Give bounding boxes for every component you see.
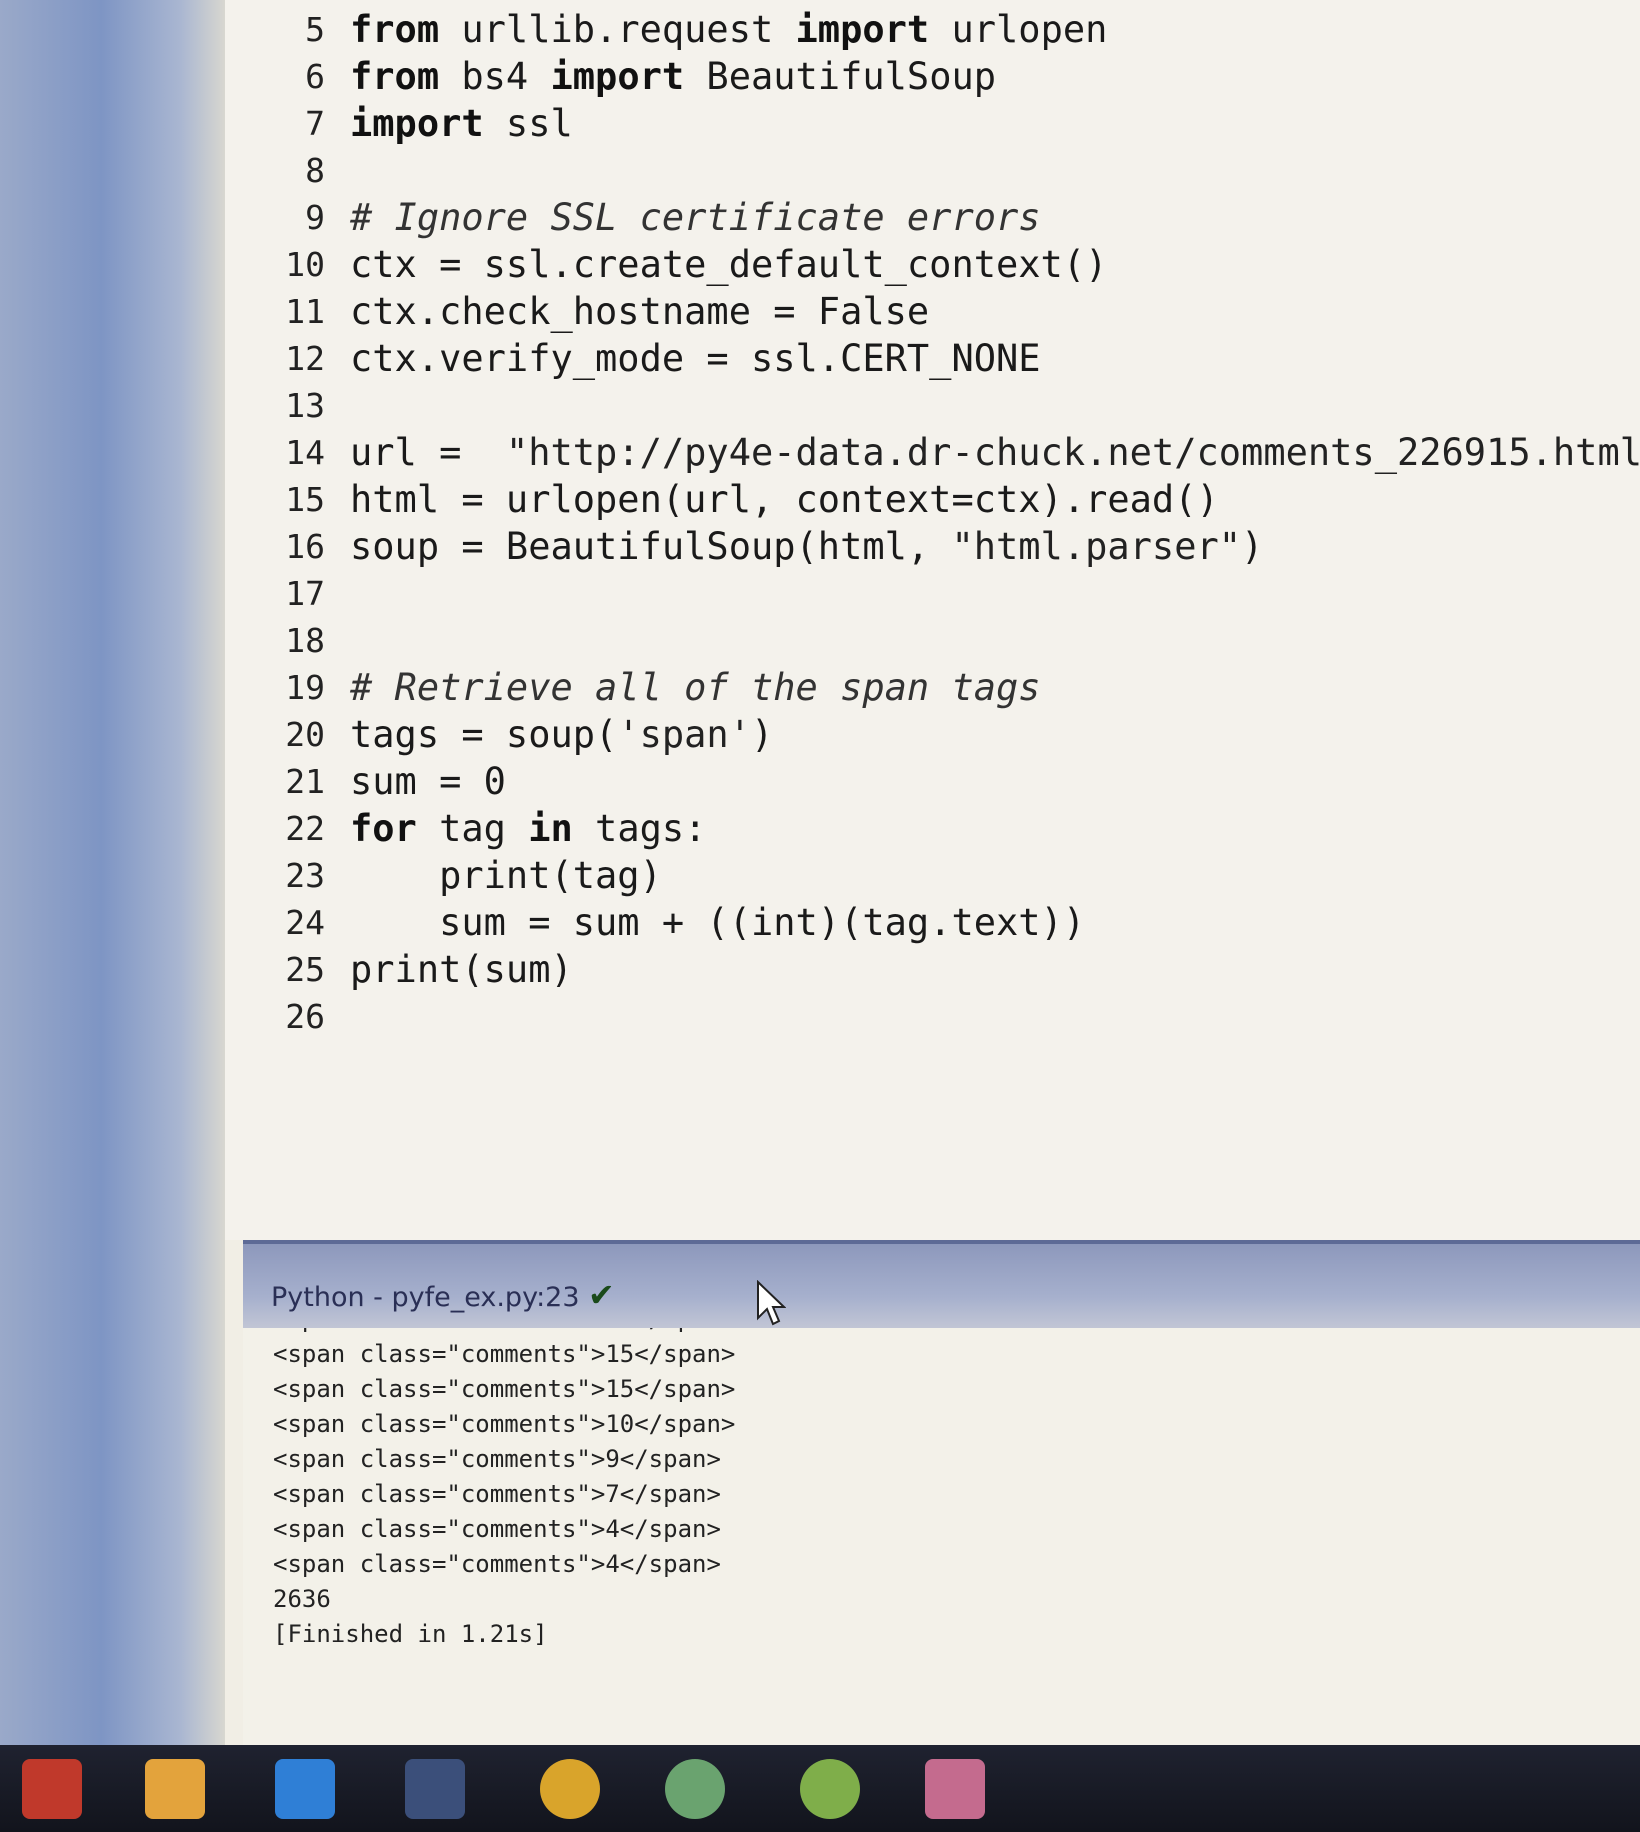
output-line: [Finished in 1.21s]	[273, 1620, 548, 1648]
output-line: <span class="comments">4</span>	[273, 1550, 721, 1578]
line-number: 26	[285, 997, 325, 1036]
code-token: )	[750, 713, 774, 756]
code-token: sum = 0	[350, 760, 506, 803]
code-token: tag	[416, 807, 529, 850]
keyword-token: import	[350, 102, 484, 145]
paint-app-icon[interactable]	[925, 1759, 985, 1819]
output-line: <span class="comments">17</span>	[273, 1328, 735, 1337]
code-token: tags:	[572, 807, 707, 850]
code-token: soup = BeautifulSoup(html,	[350, 525, 952, 568]
string-token: "http://py4e-data.dr-chuck.net/comments_…	[505, 431, 1640, 474]
check-icon: ✔	[588, 1276, 615, 1314]
chrome-icon[interactable]	[540, 1759, 600, 1819]
output-line: <span class="comments">9</span>	[273, 1445, 721, 1473]
code-token: ctx.verify_mode = ssl.CERT_NONE	[350, 337, 1041, 380]
mouse-cursor-icon	[757, 1280, 786, 1326]
build-output-panel[interactable]: <span class="comments">17</span> <span cl…	[243, 1328, 1640, 1745]
code-token: ctx.check_hostname = False	[350, 290, 930, 333]
taskbar	[0, 1745, 1640, 1832]
output-line: <span class="comments">15</span>	[273, 1375, 736, 1403]
code-token: print(tag)	[350, 854, 662, 897]
keyword-token: import	[795, 8, 930, 51]
code-token: sum = sum + ((int)(tag.text))	[350, 901, 1086, 944]
vscode-icon[interactable]	[275, 1759, 335, 1819]
output-panel-header: Python - pyfe_ex.py:23 ✔	[243, 1240, 1640, 1332]
code-token: print(sum)	[350, 948, 573, 991]
keyword-token: from	[350, 8, 440, 51]
code-token: url =	[350, 431, 506, 474]
file-explorer-icon[interactable]	[145, 1759, 205, 1819]
code-token: urlopen	[929, 8, 1108, 51]
left-sidebar-strip	[0, 0, 225, 1745]
code-token: ctx = ssl.create_default_context()	[350, 243, 1108, 286]
android-studio-icon[interactable]	[800, 1759, 860, 1819]
network-app-icon[interactable]	[665, 1759, 725, 1819]
start-menu-icon[interactable]	[22, 1759, 82, 1819]
output-line: <span class="comments">10</span>	[273, 1410, 736, 1438]
keyword-token: for	[350, 807, 417, 850]
code-editor[interactable]: 5 from urllib.request import urlopen 6 from…	[225, 0, 1640, 1240]
output-panel-title: Python - pyfe_ex.py:23	[271, 1282, 580, 1313]
keyword-token: from	[350, 55, 440, 98]
output-line: 2636	[273, 1585, 331, 1613]
comment-token: # Ignore SSL certificate errors	[350, 196, 1041, 239]
output-line: <span class="comments">4</span>	[273, 1515, 721, 1543]
comment-token: # Retrieve all of the span tags	[350, 666, 1041, 709]
code-token: tags = soup(	[350, 713, 618, 756]
code-token: )	[1241, 525, 1264, 568]
keyword-token: in	[528, 807, 573, 850]
code-token: BeautifulSoup	[684, 55, 997, 98]
terminal-icon[interactable]	[405, 1759, 465, 1819]
string-token: "html.parser"	[951, 525, 1242, 568]
string-token: 'span'	[617, 713, 751, 756]
code-token: bs4	[439, 55, 551, 98]
code-token: urllib.request	[439, 8, 796, 51]
code-token: ssl	[483, 102, 573, 145]
output-line: <span class="comments">7</span>	[273, 1480, 721, 1508]
output-line: <span class="comments">15</span>	[273, 1340, 736, 1368]
code-line[interactable]: 26	[225, 989, 1640, 1044]
keyword-token: import	[550, 55, 685, 98]
code-token: html = urlopen(url, context=ctx).read()	[350, 478, 1219, 521]
